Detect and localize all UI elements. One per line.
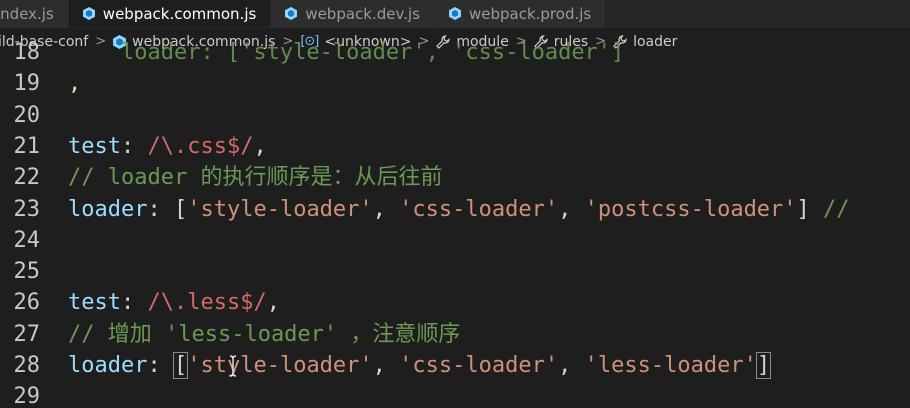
line-number: 24 <box>13 227 41 253</box>
code-line[interactable]: 26 test: /\.less$/, <box>0 287 910 318</box>
code-line[interactable]: 27 // 增加 'less-loader' ，注意顺序 <box>0 319 910 350</box>
code-token: , <box>558 353 585 378</box>
text-cursor-icon <box>229 355 237 377</box>
code-line[interactable]: 25 <box>0 256 910 287</box>
tab-label: index.js <box>0 4 54 23</box>
tab-webpack-dev-js[interactable]: webpack.dev.js <box>271 0 435 27</box>
code-text: , <box>68 68 81 99</box>
code-token: loader <box>68 353 148 378</box>
code-text: loader: ['style-loader', 'css-loader', '… <box>68 350 772 381</box>
line-number: 26 <box>13 290 41 316</box>
code-token: /\.less$/ <box>147 290 267 316</box>
code-line[interactable]: 29 <box>0 381 910 408</box>
line-number: 29 <box>13 384 41 408</box>
tab-webpack-prod-js[interactable]: webpack.prod.js <box>434 0 607 27</box>
line-number: 20 <box>13 102 41 128</box>
webpack-icon <box>82 7 95 20</box>
code-token: 'css-loader' <box>399 353 559 378</box>
code-token: test <box>68 290 121 316</box>
code-line[interactable]: 23 loader: ['style-loader', 'css-loader',… <box>0 194 910 225</box>
code-text: test: /\.css$/, <box>68 131 267 162</box>
code-token: 'style-loader' <box>187 196 373 222</box>
code-line[interactable]: 19, <box>0 68 910 99</box>
code-token: [ <box>172 352 189 379</box>
code-token: // <box>823 196 850 222</box>
code-token: 'less-loader' <box>584 353 757 378</box>
code-line[interactable]: 21 test: /\.css$/, <box>0 131 910 162</box>
code-token: : <box>120 290 148 316</box>
code-text: loader: ['style-loader', 'css-loader'] <box>68 40 624 68</box>
code-token: // loader 的执行顺序是：从后往前 <box>68 165 443 191</box>
code-token: loader: ['style-loader', 'css-loader'] <box>68 40 625 65</box>
code-token: , <box>253 133 267 159</box>
line-number: 21 <box>13 133 41 159</box>
tab-label: webpack.common.js <box>102 4 257 23</box>
code-text: // 增加 'less-loader' ，注意顺序 <box>68 319 460 350</box>
code-token: test <box>68 133 121 159</box>
code-token: , <box>68 71 82 97</box>
webpack-icon <box>448 7 461 20</box>
code-token: : <box>147 353 174 378</box>
code-token: ] <box>755 352 772 379</box>
code-token: , <box>372 353 400 378</box>
line-number: 19 <box>13 71 41 97</box>
code-token: , <box>372 196 400 222</box>
line-number: 23 <box>13 196 41 222</box>
code-editor[interactable]: 18 loader: ['style-loader', 'css-loader'… <box>0 40 910 408</box>
code-token: ] <box>796 196 824 222</box>
code-token: 'postcss-loader' <box>584 196 797 222</box>
code-token: 'style-loader' <box>187 353 373 378</box>
code-line[interactable]: 28 loader: ['style-loader', 'css-loader',… <box>0 350 910 381</box>
code-line[interactable]: 20 <box>0 100 910 131</box>
line-number: 22 <box>13 165 41 191</box>
line-number: 18 <box>13 40 41 65</box>
tab-index-js[interactable]: index.js <box>0 0 69 27</box>
line-number: 27 <box>13 321 41 347</box>
code-token: , <box>266 290 280 316</box>
line-number: 28 <box>13 353 41 378</box>
code-token: : [ <box>147 196 188 222</box>
tab-label: webpack.prod.js <box>468 4 592 23</box>
tab-webpack-common-js[interactable]: webpack.common.js <box>68 0 272 27</box>
code-token: /\.css$/ <box>147 133 254 159</box>
code-line[interactable]: 22 // loader 的执行顺序是：从后往前 <box>0 162 910 193</box>
code-text: // loader 的执行顺序是：从后往前 <box>68 162 442 193</box>
code-line[interactable]: 24 <box>0 225 910 256</box>
tab-label: webpack.dev.js <box>305 4 420 23</box>
code-token: // 增加 'less-loader' ，注意顺序 <box>68 321 461 347</box>
code-token: , <box>558 196 585 222</box>
code-token: : <box>120 133 148 159</box>
webpack-icon <box>285 7 298 20</box>
editor-tab-bar: index.js webpack.common.js webpack.dev.j… <box>0 0 910 28</box>
code-text: loader: ['style-loader', 'css-loader', '… <box>68 194 850 225</box>
line-number: 25 <box>13 259 41 285</box>
code-text: test: /\.less$/, <box>68 287 280 318</box>
code-line[interactable]: 18 loader: ['style-loader', 'css-loader'… <box>0 40 910 68</box>
code-token: 'css-loader' <box>399 196 559 222</box>
code-token: loader <box>68 196 148 222</box>
